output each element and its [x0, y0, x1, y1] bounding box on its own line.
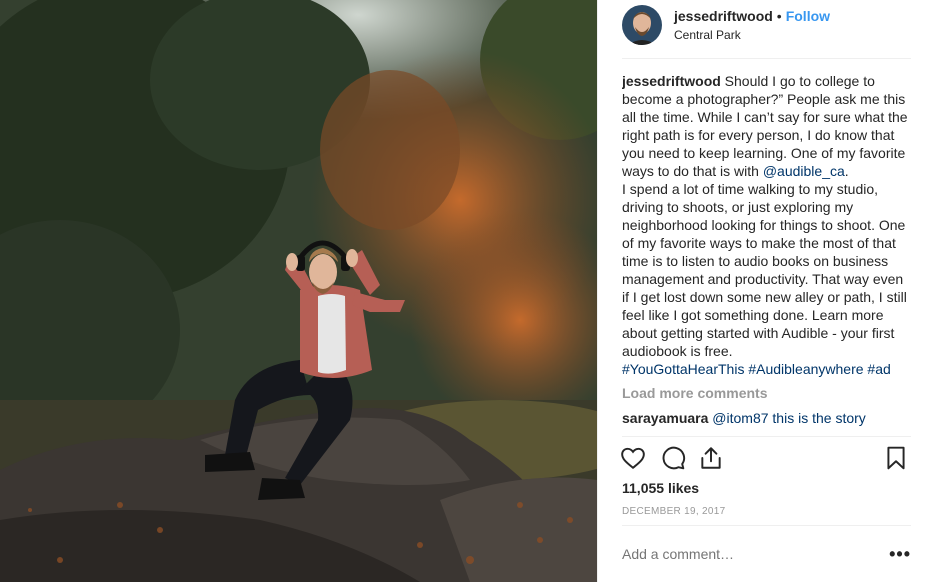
like-button[interactable] [620, 445, 648, 473]
more-options-button[interactable]: ••• [889, 544, 911, 565]
partial-comment-text: @itom87 this is the story [708, 410, 866, 426]
partial-comment: sarayamuara @itom87 this is the story [622, 409, 911, 427]
share-icon [701, 447, 721, 469]
instagram-post-modal: jessedriftwood • Follow Central Park jesse… [0, 0, 933, 582]
comment-icon [662, 446, 686, 470]
post-side-panel: jessedriftwood • Follow Central Park jesse… [597, 0, 933, 582]
photo-illustration [0, 0, 597, 582]
caption-username[interactable]: jessedriftwood [622, 73, 721, 89]
bookmark-icon [887, 446, 905, 470]
action-bar [620, 445, 911, 477]
likes-count[interactable]: 11,055 likes [622, 480, 699, 496]
comments-section: jessedriftwood Should I go to college to… [622, 72, 911, 436]
header-text: jessedriftwood • Follow Central Park [674, 7, 830, 44]
hashtags-link[interactable]: #YouGottaHearThis #Audibleanywhere #ad [622, 361, 891, 377]
caption: jessedriftwood Should I go to college to… [622, 72, 911, 378]
heart-icon [621, 447, 645, 469]
save-button[interactable] [883, 445, 911, 473]
load-more-comments-button[interactable]: Load more comments [622, 385, 911, 401]
follow-button[interactable]: Follow [786, 8, 830, 24]
partial-comment-user[interactable]: sarayamuara [622, 410, 708, 426]
location-link[interactable]: Central Park [674, 26, 830, 44]
post-header: jessedriftwood • Follow Central Park [598, 0, 933, 50]
share-button[interactable] [698, 445, 726, 473]
separator-dot: • [776, 7, 782, 24]
comment-divider [622, 525, 911, 526]
post-photo[interactable] [0, 0, 597, 582]
post-date[interactable]: DECEMBER 19, 2017 [622, 506, 725, 517]
add-comment-bar: ••• [622, 540, 911, 568]
avatar[interactable] [622, 5, 662, 45]
header-username[interactable]: jessedriftwood [674, 8, 773, 24]
caption-text-2: . I spend a lot of time walking to my st… [622, 163, 907, 359]
comment-button[interactable] [660, 445, 688, 473]
actions-divider [622, 436, 911, 437]
header-divider [622, 58, 911, 59]
comment-input[interactable] [622, 546, 890, 562]
avatar-image [622, 5, 662, 45]
mention-link[interactable]: @audible_ca [763, 163, 845, 179]
